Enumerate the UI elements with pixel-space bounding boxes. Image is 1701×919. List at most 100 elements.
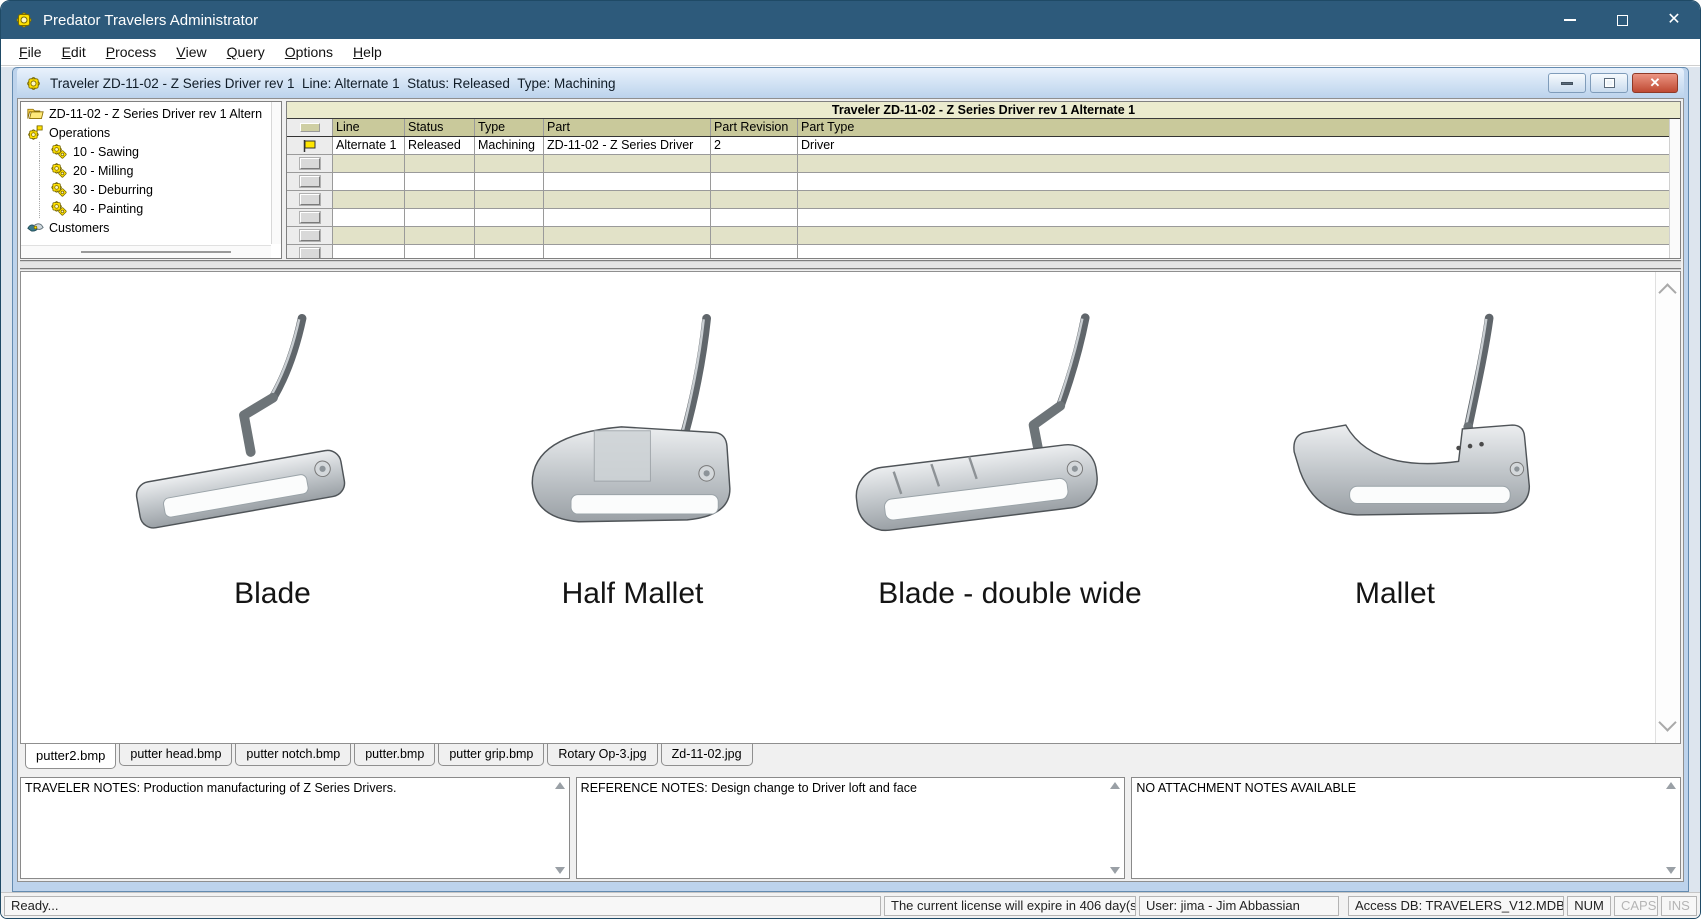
grid-corner-cell[interactable] <box>287 119 333 136</box>
column-header-part-revision[interactable]: Part Revision <box>711 119 798 136</box>
cell-part-revision[interactable]: 2 <box>711 137 798 154</box>
cell-status[interactable]: Released <box>405 137 475 154</box>
empty-cell <box>333 191 405 208</box>
main-window: Predator Travelers Administrator ✕ File … <box>0 0 1701 919</box>
empty-cell <box>544 245 711 259</box>
viewer-scrollbar[interactable] <box>1655 272 1680 743</box>
column-header-part-type[interactable]: Part Type <box>798 119 1680 136</box>
maximize-button[interactable] <box>1596 1 1648 39</box>
grid-data-row[interactable]: Alternate 1 Released Machining ZD-11-02 … <box>287 137 1680 155</box>
row-selector-cell[interactable] <box>287 173 333 190</box>
empty-cell <box>333 173 405 190</box>
grid-vertical-scrollbar[interactable] <box>1669 119 1680 258</box>
status-num-lock: NUM <box>1567 896 1611 916</box>
menu-options[interactable]: Options <box>275 39 343 65</box>
menu-help[interactable]: Help <box>343 39 392 65</box>
row-selector-cell[interactable] <box>287 245 333 259</box>
menu-query[interactable]: Query <box>217 39 275 65</box>
child-window-title: Traveler ZD-11-02 - Z Series Driver rev … <box>50 76 616 91</box>
operation-icon <box>51 144 68 159</box>
scroll-up-icon[interactable] <box>555 782 565 789</box>
child-content: ZD-11-02 - Z Series Driver rev 1 Altern <box>17 98 1684 882</box>
scroll-up-icon[interactable] <box>1110 782 1120 789</box>
menu-edit[interactable]: Edit <box>52 39 96 65</box>
tab-putter2-bmp[interactable]: putter2.bmp <box>25 744 116 769</box>
reference-notes-panel[interactable]: REFERENCE NOTES: Design change to Driver… <box>576 777 1126 879</box>
tree-item-customers[interactable]: Customers <box>23 218 281 237</box>
row-selector-cell[interactable] <box>287 155 333 172</box>
cell-line[interactable]: Alternate 1 <box>333 137 405 154</box>
attachment-notes-panel[interactable]: NO ATTACHMENT NOTES AVAILABLE <box>1131 777 1681 879</box>
cell-part-type[interactable]: Driver <box>798 137 1680 154</box>
cell-type[interactable]: Machining <box>475 137 544 154</box>
tab-putter-notch-bmp[interactable]: putter notch.bmp <box>235 744 351 766</box>
empty-cell <box>711 227 798 244</box>
tab-zd-11-02-jpg[interactable]: Zd-11-02.jpg <box>661 744 753 766</box>
empty-cell <box>798 155 1680 172</box>
traveler-notes-panel[interactable]: TRAVELER NOTES: Production manufacturing… <box>20 777 570 879</box>
scroll-down-icon[interactable] <box>555 867 565 874</box>
horizontal-splitter[interactable] <box>20 260 1681 270</box>
row-selector-cell[interactable] <box>287 137 333 154</box>
scroll-up-icon[interactable] <box>1666 782 1676 789</box>
tab-putter-bmp[interactable]: putter.bmp <box>354 744 435 766</box>
close-icon: ✕ <box>1667 12 1680 28</box>
tree-item-operations[interactable]: Operations <box>23 123 281 142</box>
column-header-status[interactable]: Status <box>405 119 475 136</box>
empty-cell <box>475 173 544 190</box>
chevron-up-icon[interactable] <box>1658 283 1676 301</box>
grid-title-band: Traveler ZD-11-02 - Z Series Driver rev … <box>287 102 1680 119</box>
tab-putter-grip-bmp[interactable]: putter grip.bmp <box>438 744 544 766</box>
row-selector-cell[interactable] <box>287 209 333 226</box>
scroll-down-icon[interactable] <box>1666 867 1676 874</box>
tree-item-op-40-painting[interactable]: 40 - Painting <box>23 199 281 218</box>
mallet-putter-image <box>1233 310 1558 565</box>
empty-cell <box>405 155 475 172</box>
figure-label: Mallet <box>1355 577 1435 611</box>
menu-bar: File Edit Process View Query Options Hel… <box>1 39 1700 66</box>
grid-empty-row <box>287 155 1680 173</box>
putter-figure-blade: Blade <box>118 310 428 611</box>
child-restore-icon <box>1604 78 1615 88</box>
column-header-type[interactable]: Type <box>475 119 544 136</box>
menu-file[interactable]: File <box>9 39 52 65</box>
child-close-button[interactable]: ✕ <box>1632 73 1678 93</box>
tree-hscroll-thumb[interactable] <box>81 251 231 253</box>
chevron-down-icon[interactable] <box>1658 713 1676 731</box>
minimize-button[interactable] <box>1544 1 1596 39</box>
column-header-line[interactable]: Line <box>333 119 405 136</box>
column-header-part[interactable]: Part <box>544 119 711 136</box>
cell-part[interactable]: ZD-11-02 - Z Series Driver <box>544 137 711 154</box>
empty-cell <box>544 191 711 208</box>
empty-cell <box>711 173 798 190</box>
traveler-tree: ZD-11-02 - Z Series Driver rev 1 Altern <box>20 101 282 259</box>
putter-figure-mallet: Mallet <box>1233 310 1558 611</box>
child-restore-button[interactable] <box>1590 73 1628 93</box>
attachment-tabbar: putter2.bmp putter head.bmp putter notch… <box>20 744 1681 771</box>
scroll-down-icon[interactable] <box>1110 867 1120 874</box>
empty-cell <box>798 245 1680 259</box>
tree-item-op-20-milling[interactable]: 20 - Milling <box>23 161 281 180</box>
tab-rotary-op3-jpg[interactable]: Rotary Op-3.jpg <box>547 744 657 766</box>
row-selector-cell[interactable] <box>287 227 333 244</box>
tree-horizontal-scrollbar[interactable] <box>21 245 271 258</box>
menu-process[interactable]: Process <box>96 39 167 65</box>
traveler-notes-text: TRAVELER NOTES: Production manufacturing… <box>25 781 396 795</box>
mdi-area: Traveler ZD-11-02 - Z Series Driver rev … <box>1 67 1700 892</box>
operation-icon <box>51 182 68 197</box>
close-button[interactable]: ✕ <box>1648 1 1700 39</box>
tab-putter-head-bmp[interactable]: putter head.bmp <box>119 744 232 766</box>
row-selector-button <box>300 194 320 205</box>
tree-vertical-scrollbar[interactable] <box>271 102 281 244</box>
tree-item-op-30-deburring[interactable]: 30 - Deburring <box>23 180 281 199</box>
row-selector-cell[interactable] <box>287 191 333 208</box>
tree-item-label: 30 - Deburring <box>73 183 153 197</box>
empty-cell <box>544 209 711 226</box>
menu-view[interactable]: View <box>166 39 216 65</box>
tree-item-traveler-root[interactable]: ZD-11-02 - Z Series Driver rev 1 Altern <box>23 104 281 123</box>
tree-item-label: Operations <box>49 126 110 140</box>
child-minimize-button[interactable] <box>1548 73 1586 93</box>
grid-header-row: Line Status Type Part Part Revision Part… <box>287 119 1680 137</box>
titlebar: Predator Travelers Administrator ✕ <box>1 1 1700 39</box>
tree-item-op-10-sawing[interactable]: 10 - Sawing <box>23 142 281 161</box>
